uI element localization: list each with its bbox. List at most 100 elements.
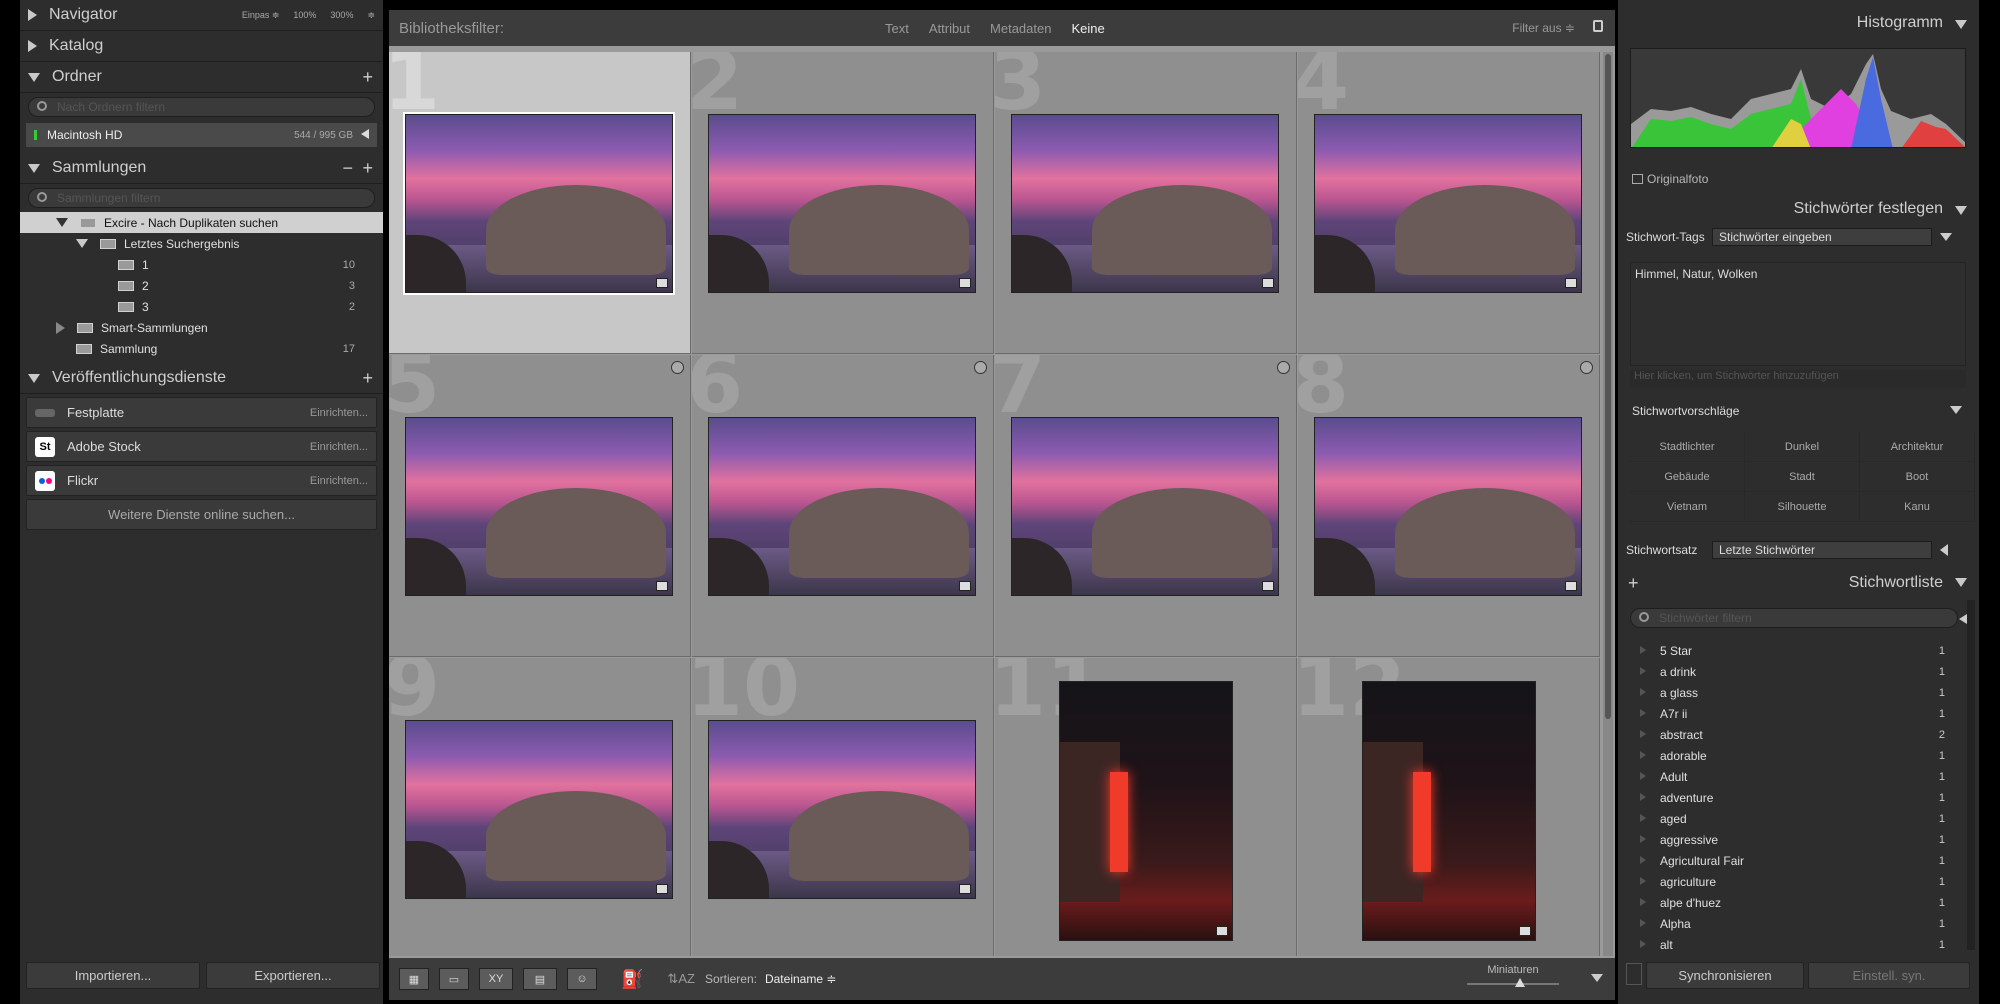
thumbnail-image[interactable] xyxy=(708,417,976,596)
suggestions-header[interactable]: Stichwortvorschläge xyxy=(1632,404,1968,418)
zoom-options[interactable]: Einpas ≑ 100% 300% ≑ xyxy=(242,10,375,21)
thumbnail-image[interactable] xyxy=(708,114,976,293)
folder-search-input[interactable]: Nach Ordnern filtern xyxy=(28,97,375,117)
expand-icon[interactable] xyxy=(1640,709,1646,717)
service-setup-link[interactable]: Einrichten... xyxy=(310,441,368,453)
service-flickr[interactable]: Flickr Einrichten... xyxy=(26,465,377,496)
keyword-suggestion[interactable]: Stadt xyxy=(1745,462,1860,492)
expand-icon[interactable] xyxy=(1640,751,1646,759)
expand-icon[interactable] xyxy=(1640,919,1646,927)
volume-row[interactable]: Macintosh HD 544 / 995 GB xyxy=(26,123,377,147)
keyword-tags-select[interactable]: Stichwörter eingeben xyxy=(1712,228,1932,246)
keyword-item[interactable]: Adult 1 xyxy=(1618,766,1965,787)
keyword-item[interactable]: Agricultural Fair 1 xyxy=(1618,850,1965,871)
add-service-icon[interactable]: + xyxy=(362,368,373,389)
metadata-badge-icon[interactable] xyxy=(959,278,971,288)
keyword-item[interactable]: Alpha 1 xyxy=(1618,913,1965,934)
grid-cell[interactable]: 12 xyxy=(1298,658,1600,956)
expand-icon[interactable] xyxy=(1640,793,1646,801)
remove-collection-icon[interactable]: − xyxy=(342,158,353,179)
find-more-services-button[interactable]: Weitere Dienste online suchen... xyxy=(26,499,377,530)
keyword-item[interactable]: adventure 1 xyxy=(1618,787,1965,808)
collapse-icon[interactable] xyxy=(1950,406,1962,414)
add-keyword-icon[interactable]: + xyxy=(1628,573,1639,594)
dropdown-icon[interactable] xyxy=(1940,233,1952,241)
collection-item[interactable]: Smart-Sammlungen xyxy=(20,317,383,338)
quick-collection-icon[interactable] xyxy=(974,361,987,374)
thumbnail-image[interactable] xyxy=(1011,114,1279,293)
metadata-badge-icon[interactable] xyxy=(1216,926,1228,936)
thumbnail-image[interactable] xyxy=(1314,417,1582,596)
scrollbar-thumb[interactable] xyxy=(1605,54,1611,719)
sync-button[interactable]: Synchronisieren xyxy=(1646,962,1804,989)
collapse-icon[interactable] xyxy=(361,129,369,139)
thumbnail-image[interactable] xyxy=(1011,417,1279,596)
filter-tab-text[interactable]: Text xyxy=(885,21,909,36)
grid-cell[interactable]: 3 xyxy=(995,52,1297,354)
metadata-badge-icon[interactable] xyxy=(1565,581,1577,591)
keyword-suggestion[interactable]: Architektur xyxy=(1860,432,1975,462)
keywording-header[interactable]: Stichwörter festlegen xyxy=(1618,196,1979,222)
keyword-item[interactable]: adorable 1 xyxy=(1618,745,1965,766)
sync-toggle-icon[interactable] xyxy=(1626,963,1642,985)
keyword-search-input[interactable]: Stichwörter filtern xyxy=(1630,608,1958,628)
filter-tab-attribute[interactable]: Attribut xyxy=(929,21,970,36)
expand-icon[interactable] xyxy=(1640,898,1646,906)
add-collection-icon[interactable]: + xyxy=(362,158,373,179)
people-view-icon[interactable]: ☺ xyxy=(567,968,597,990)
export-button[interactable]: Exportieren... xyxy=(206,962,380,989)
keyword-item[interactable]: 5 Star 1 xyxy=(1618,640,1965,661)
keyword-item[interactable]: a glass 1 xyxy=(1618,682,1965,703)
grid-cell[interactable]: 5 xyxy=(389,355,691,657)
grid-cell[interactable]: 2 xyxy=(692,52,994,354)
metadata-badge-icon[interactable] xyxy=(959,884,971,894)
thumbnail-image[interactable] xyxy=(708,720,976,899)
filter-preset[interactable]: Filter aus ≑ xyxy=(1512,21,1575,35)
dienste-header[interactable]: Veröffentlichungsdienste + xyxy=(20,363,383,394)
grid-cell[interactable]: 9 xyxy=(389,658,691,956)
expand-icon[interactable] xyxy=(1640,940,1646,948)
compare-view-icon[interactable]: XY xyxy=(479,968,513,990)
collection-item[interactable]: 3 2 xyxy=(20,296,383,317)
add-keywords-input[interactable]: Hier klicken, um Stichwörter hinzuzufüge… xyxy=(1630,370,1966,388)
keyword-suggestion[interactable]: Vietnam xyxy=(1630,492,1745,522)
expand-icon[interactable] xyxy=(1640,814,1646,822)
collapse-icon[interactable] xyxy=(1955,20,1967,29)
thumbnail-size-slider[interactable] xyxy=(1463,976,1563,990)
expand-icon[interactable] xyxy=(1640,835,1646,843)
expand-icon[interactable] xyxy=(1940,544,1948,556)
grid-scrollbar[interactable] xyxy=(1603,52,1613,956)
grid-cell[interactable]: 1 xyxy=(389,52,691,354)
grid-cell[interactable]: 8 xyxy=(1298,355,1600,657)
metadata-badge-icon[interactable] xyxy=(656,278,668,288)
checkbox-icon[interactable] xyxy=(1632,174,1643,184)
service-setup-link[interactable]: Einrichten... xyxy=(310,475,368,487)
zoom-fit[interactable]: Einpas ≑ xyxy=(242,10,280,21)
import-button[interactable]: Importieren... xyxy=(26,962,200,989)
keyword-suggestion[interactable]: Dunkel xyxy=(1745,432,1860,462)
keyword-suggestion[interactable]: Gebäude xyxy=(1630,462,1745,492)
histogram-chart[interactable] xyxy=(1630,48,1966,148)
zoom-more[interactable]: ≑ xyxy=(367,10,375,21)
expand-icon[interactable] xyxy=(1640,772,1646,780)
keyword-item[interactable]: agriculture 1 xyxy=(1618,871,1965,892)
keyword-list-scrollbar[interactable] xyxy=(1967,600,1975,950)
collection-search-input[interactable]: Sammlungen filtern xyxy=(28,188,375,208)
keyword-item[interactable]: alt 1 xyxy=(1618,934,1965,954)
expand-icon[interactable] xyxy=(1640,730,1646,738)
slider-thumb[interactable] xyxy=(1515,978,1525,987)
service-adobe-stock[interactable]: St Adobe Stock Einrichten... xyxy=(26,431,377,462)
survey-view-icon[interactable]: ▤ xyxy=(523,968,557,990)
thumbnail-image[interactable] xyxy=(1362,681,1536,941)
thumbnail-image[interactable] xyxy=(405,720,673,899)
sync-settings-button[interactable]: Einstell. syn. xyxy=(1808,962,1970,989)
search-menu-icon[interactable] xyxy=(1959,614,1967,624)
keyword-item[interactable]: a drink 1 xyxy=(1618,661,1965,682)
collection-item[interactable]: Excire - Nach Duplikaten suchen xyxy=(20,212,383,233)
original-photo-toggle[interactable]: Originalfoto xyxy=(1632,172,1708,186)
keywords-textarea[interactable]: Himmel, Natur, Wolken xyxy=(1630,262,1966,366)
filter-tab-metadata[interactable]: Metadaten xyxy=(990,21,1051,36)
expand-icon[interactable] xyxy=(1640,688,1646,696)
metadata-badge-icon[interactable] xyxy=(1519,926,1531,936)
keyword-suggestion[interactable]: Silhouette xyxy=(1745,492,1860,522)
